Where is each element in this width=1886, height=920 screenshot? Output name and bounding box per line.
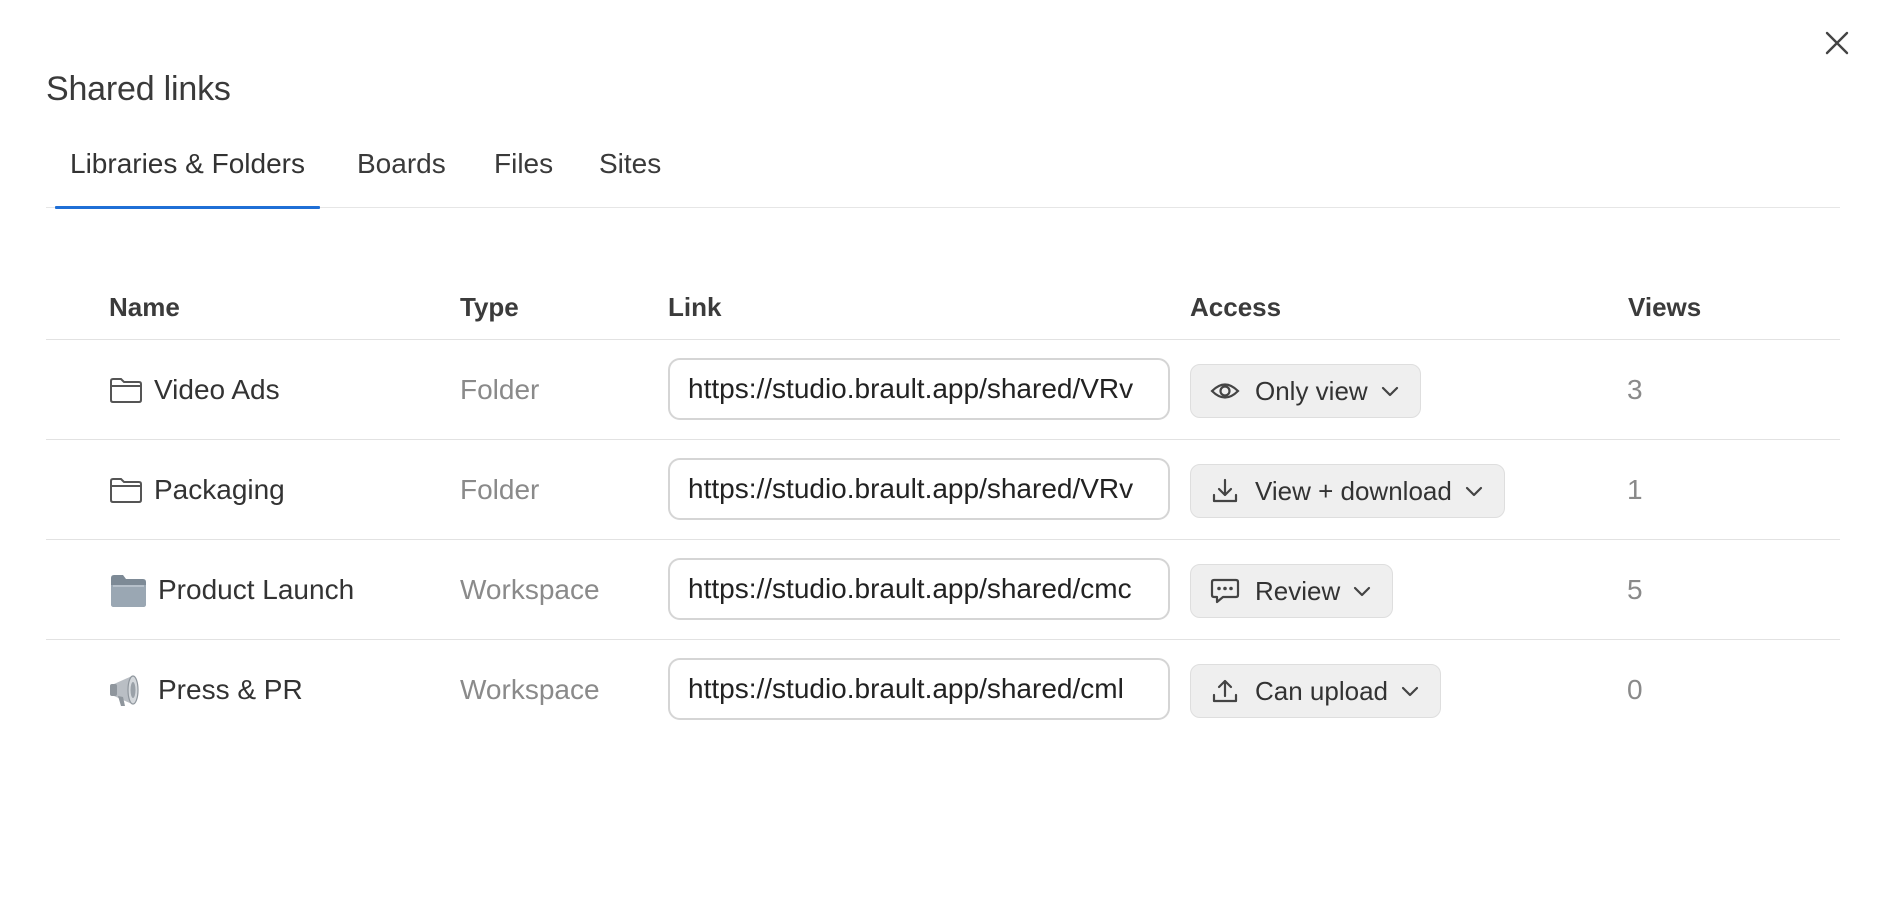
row-type: Workspace <box>460 574 600 605</box>
header-link: Link <box>668 292 722 322</box>
tab-libraries-folders[interactable]: Libraries & Folders <box>55 148 320 209</box>
megaphone-icon <box>108 670 148 710</box>
table-row: Video Ads Folder https://studio.brault.a… <box>46 340 1840 440</box>
name-cell: Press & PR <box>108 640 303 740</box>
access-label: Review <box>1255 575 1341 606</box>
row-views: 1 <box>1627 474 1643 505</box>
table-row: Packaging Folder https://studio.brault.a… <box>46 440 1840 540</box>
access-label: Can upload <box>1255 675 1388 706</box>
row-type: Folder <box>460 474 540 505</box>
link-field[interactable]: https://studio.brault.app/shared/cml <box>668 658 1170 720</box>
name-cell: Video Ads <box>108 340 280 440</box>
link-field[interactable]: https://studio.brault.app/shared/cmc <box>668 558 1170 620</box>
access-dropdown[interactable]: Can upload <box>1190 664 1441 718</box>
table-row: Press & PR Workspace https://studio.brau… <box>46 640 1840 740</box>
header-name: Name <box>109 292 180 322</box>
row-views: 5 <box>1627 574 1643 605</box>
workspace-folder-icon <box>108 571 148 609</box>
table-row: Product Launch Workspace https://studio.… <box>46 540 1840 640</box>
row-name: Product Launch <box>158 574 355 605</box>
chevron-down-icon <box>1400 681 1420 701</box>
row-views: 3 <box>1627 374 1643 405</box>
dialog-title: Shared links <box>46 70 231 108</box>
row-name: Press & PR <box>158 674 303 705</box>
folder-icon <box>108 374 144 406</box>
row-name: Video Ads <box>154 374 280 405</box>
upload-icon <box>1209 675 1241 707</box>
link-field[interactable]: https://studio.brault.app/shared/VRv <box>668 358 1170 420</box>
close-button[interactable] <box>1820 28 1854 62</box>
header-type: Type <box>460 292 519 322</box>
link-url: https://studio.brault.app/shared/VRv <box>688 473 1134 504</box>
access-dropdown[interactable]: Only view <box>1190 364 1421 418</box>
header-access: Access <box>1190 292 1282 322</box>
tab-bar: Libraries & Folders Boards Files Sites <box>46 148 1840 209</box>
access-dropdown[interactable]: Review <box>1190 564 1394 618</box>
download-icon <box>1209 475 1241 507</box>
access-label: Only view <box>1255 375 1368 406</box>
eye-icon <box>1209 375 1241 407</box>
comment-icon <box>1209 575 1241 607</box>
table-header: Name Type Link Access Views <box>46 280 1840 340</box>
tab-sites[interactable]: Sites <box>599 148 661 206</box>
name-cell: Packaging <box>108 440 285 540</box>
link-url: https://studio.brault.app/shared/VRv <box>688 373 1134 404</box>
chevron-down-icon <box>1380 381 1400 401</box>
chevron-down-icon <box>1352 581 1372 601</box>
row-views: 0 <box>1627 674 1643 705</box>
row-type: Workspace <box>460 674 600 705</box>
link-url: https://studio.brault.app/shared/cmc <box>688 573 1132 604</box>
shared-links-table: Name Type Link Access Views Video Ads Fo… <box>46 280 1840 740</box>
folder-icon <box>108 474 144 506</box>
close-icon <box>1824 30 1850 61</box>
header-views: Views <box>1628 292 1702 322</box>
tab-files[interactable]: Files <box>494 148 553 206</box>
row-name: Packaging <box>154 474 285 505</box>
access-dropdown[interactable]: View + download <box>1190 464 1505 518</box>
tab-boards[interactable]: Boards <box>357 148 446 206</box>
name-cell: Product Launch <box>108 540 354 640</box>
link-field[interactable]: https://studio.brault.app/shared/VRv <box>668 458 1170 520</box>
chevron-down-icon <box>1464 481 1484 501</box>
access-label: View + download <box>1255 475 1452 506</box>
link-url: https://studio.brault.app/shared/cml <box>688 673 1124 704</box>
row-type: Folder <box>460 374 540 405</box>
